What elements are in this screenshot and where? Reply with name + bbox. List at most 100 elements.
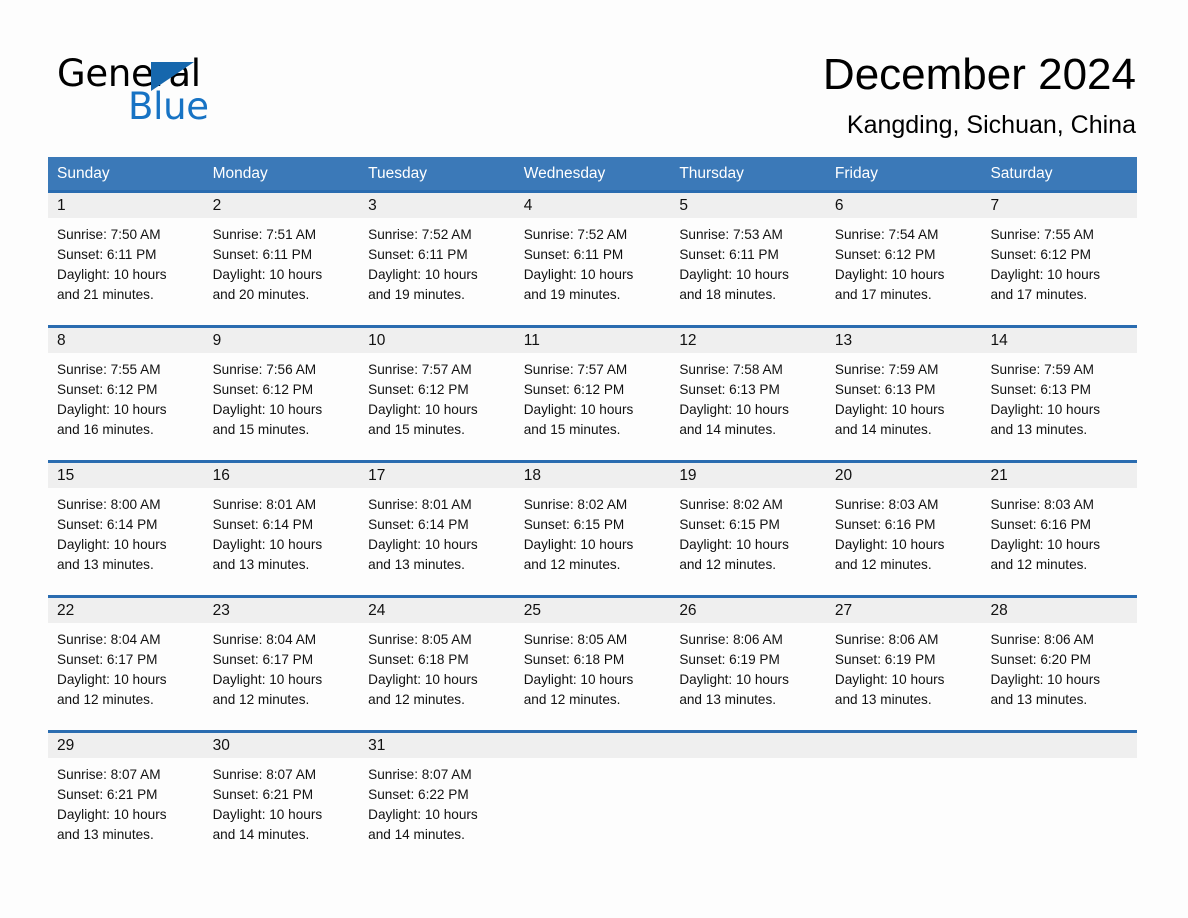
day-number: 18 (514, 463, 671, 488)
daylight-text-line2: and 13 minutes. (990, 692, 1088, 707)
sunrise-text: Sunrise: 8:07 AM (368, 767, 472, 782)
weekday-header-monday: Monday (212, 165, 268, 182)
day-cell[interactable]: 10 Sunrise: 7:57 AM Sunset: 6:12 PM Dayligh… (359, 328, 515, 460)
daylight-text-line1: Daylight: 10 hours (57, 807, 167, 822)
daylight-text-line1: Daylight: 10 hours (679, 267, 789, 282)
day-cell[interactable]: 28 Sunrise: 8:06 AM Sunset: 6:20 PM Dayligh… (981, 598, 1138, 730)
daylight-text-line1: Daylight: 10 hours (990, 672, 1101, 687)
day-details: Sunrise: 8:06 AM Sunset: 6:20 PM Daylight:… (981, 623, 1137, 710)
daylight-text-line2: and 13 minutes. (834, 692, 932, 707)
day-cell[interactable]: 17 Sunrise: 8:01 AM Sunset: 6:14 PM Dayligh… (359, 463, 515, 595)
page-header: General Blue December 2024 Kangding, Sic… (0, 0, 1188, 150)
day-cell[interactable]: 27 Sunrise: 8:06 AM Sunset: 6:19 PM Dayligh… (825, 598, 982, 730)
daylight-text-line1: Daylight: 10 hours (834, 537, 945, 552)
day-cell[interactable]: 20 Sunrise: 8:03 AM Sunset: 6:16 PM Dayligh… (825, 463, 982, 595)
sunset-text: Sunset: 6:22 PM (368, 787, 469, 802)
day-cell[interactable]: 15 Sunrise: 8:00 AM Sunset: 6:14 PM Dayligh… (48, 463, 204, 595)
sunrise-text: Sunrise: 7:57 AM (368, 362, 472, 377)
day-cell[interactable]: 22 Sunrise: 8:04 AM Sunset: 6:17 PM Dayligh… (48, 598, 204, 730)
daylight-text-line2: and 17 minutes. (834, 287, 932, 302)
day-cell[interactable]: 29 Sunrise: 8:07 AM Sunset: 6:21 PM Dayligh… (48, 733, 204, 865)
day-cell[interactable]: 18 Sunrise: 8:02 AM Sunset: 6:15 PM Dayligh… (514, 463, 671, 595)
day-cell[interactable]: 21 Sunrise: 8:03 AM Sunset: 6:16 PM Dayligh… (981, 463, 1138, 595)
daylight-text-line1: Daylight: 10 hours (523, 267, 634, 282)
daylight-text-line2: and 14 minutes. (679, 422, 777, 437)
day-cell[interactable]: 8 Sunrise: 7:55 AM Sunset: 6:12 PM Daylight… (48, 328, 204, 460)
day-cell[interactable]: 25 Sunrise: 8:05 AM Sunset: 6:18 PM Dayligh… (514, 598, 671, 730)
daylight-text-line2: and 16 minutes. (57, 422, 154, 437)
daylight-text-line1: Daylight: 10 hours (990, 267, 1101, 282)
day-cell[interactable]: 11 Sunrise: 7:57 AM Sunset: 6:12 PM Dayligh… (514, 328, 671, 460)
day-cell[interactable]: 14 Sunrise: 7:59 AM Sunset: 6:13 PM Dayligh… (981, 328, 1138, 460)
sunrise-text: Sunrise: 7:55 AM (57, 362, 161, 377)
day-details: Sunrise: 7:56 AM Sunset: 6:12 PM Daylight:… (204, 353, 360, 440)
day-details: Sunrise: 8:07 AM Sunset: 6:21 PM Daylight:… (48, 758, 204, 845)
day-details: Sunrise: 7:57 AM Sunset: 6:12 PM Daylight:… (359, 353, 515, 440)
daylight-text-line2: and 13 minutes. (212, 557, 310, 572)
sunrise-text: Sunrise: 7:57 AM (523, 362, 628, 377)
day-cell[interactable]: 13 Sunrise: 7:59 AM Sunset: 6:13 PM Dayligh… (825, 328, 982, 460)
day-cell[interactable]: 19 Sunrise: 8:02 AM Sunset: 6:15 PM Dayligh… (670, 463, 826, 595)
sunset-text: Sunset: 6:11 PM (679, 247, 779, 262)
daylight-text-line2: and 13 minutes. (57, 557, 154, 572)
day-cell[interactable]: 5 Sunrise: 7:53 AM Sunset: 6:11 PM Daylight… (670, 193, 826, 325)
daylight-text-line2: and 15 minutes. (523, 422, 621, 437)
day-details: Sunrise: 8:04 AM Sunset: 6:17 PM Daylight:… (204, 623, 360, 710)
day-cell[interactable]: 24 Sunrise: 8:05 AM Sunset: 6:18 PM Dayligh… (359, 598, 515, 730)
day-cell-empty (825, 733, 982, 865)
daylight-text-line2: and 12 minutes. (57, 692, 154, 707)
day-details: Sunrise: 7:58 AM Sunset: 6:13 PM Daylight:… (670, 353, 826, 440)
daylight-text-line1: Daylight: 10 hours (990, 402, 1101, 417)
day-cell[interactable]: 23 Sunrise: 8:04 AM Sunset: 6:17 PM Dayligh… (203, 598, 360, 730)
sunrise-text: Sunrise: 7:55 AM (990, 227, 1094, 242)
day-cell-empty (670, 733, 826, 865)
day-number: 24 (359, 598, 515, 623)
sunset-text: Sunset: 6:11 PM (57, 247, 157, 262)
day-cell[interactable]: 4 Sunrise: 7:52 AM Sunset: 6:11 PM Daylight… (514, 193, 671, 325)
sunrise-text: Sunrise: 7:54 AM (834, 227, 939, 242)
sunset-text: Sunset: 6:12 PM (57, 382, 158, 397)
generalblue-logo[interactable]: General Blue (57, 53, 317, 129)
day-details: Sunrise: 8:01 AM Sunset: 6:14 PM Daylight:… (359, 488, 515, 575)
day-cell[interactable]: 26 Sunrise: 8:06 AM Sunset: 6:19 PM Dayligh… (670, 598, 826, 730)
day-cell[interactable]: 9 Sunrise: 7:56 AM Sunset: 6:12 PM Daylight… (203, 328, 360, 460)
day-number: 19 (670, 463, 826, 488)
sunset-text: Sunset: 6:20 PM (990, 652, 1091, 667)
day-number: 31 (359, 733, 515, 758)
day-cell[interactable]: 2 Sunrise: 7:51 AM Sunset: 6:11 PM Daylight… (203, 193, 360, 325)
daylight-text-line2: and 12 minutes. (990, 557, 1088, 572)
daylight-text-line1: Daylight: 10 hours (679, 402, 789, 417)
day-cell[interactable]: 31 Sunrise: 8:07 AM Sunset: 6:22 PM Dayligh… (359, 733, 515, 865)
weekday-header-friday: Friday (834, 165, 878, 182)
daylight-text-line1: Daylight: 10 hours (834, 267, 945, 282)
day-number: 6 (825, 193, 982, 218)
daylight-text-line2: and 15 minutes. (368, 422, 465, 437)
day-cell[interactable]: 7 Sunrise: 7:55 AM Sunset: 6:12 PM Daylight… (981, 193, 1138, 325)
daylight-text-line1: Daylight: 10 hours (212, 267, 323, 282)
daylight-text-line2: and 14 minutes. (212, 827, 310, 842)
day-cell[interactable]: 1 Sunrise: 7:50 AM Sunset: 6:11 PM Daylight… (48, 193, 204, 325)
day-details: Sunrise: 7:52 AM Sunset: 6:11 PM Daylight:… (359, 218, 515, 305)
daylight-text-line2: and 12 minutes. (212, 692, 310, 707)
weekday-header-tuesday: Tuesday (368, 165, 428, 182)
day-number: 28 (981, 598, 1138, 623)
day-cell[interactable]: 6 Sunrise: 7:54 AM Sunset: 6:12 PM Daylight… (825, 193, 982, 325)
day-cell[interactable]: 16 Sunrise: 8:01 AM Sunset: 6:14 PM Dayligh… (203, 463, 360, 595)
weekday-header-saturday: Saturday (990, 165, 1053, 182)
day-cell[interactable]: 30 Sunrise: 8:07 AM Sunset: 6:21 PM Dayligh… (203, 733, 360, 865)
sunrise-text: Sunrise: 7:51 AM (212, 227, 317, 242)
weekday-header-row: Sunday Monday Tuesday Wednesday Thursday… (48, 157, 1137, 190)
logo-text-blue: Blue (128, 85, 209, 128)
daylight-text-line1: Daylight: 10 hours (523, 402, 634, 417)
day-number: 14 (981, 328, 1138, 353)
day-cell-empty (514, 733, 671, 865)
day-number (825, 733, 982, 758)
sunrise-text: Sunrise: 7:59 AM (990, 362, 1094, 377)
day-cell[interactable]: 12 Sunrise: 7:58 AM Sunset: 6:13 PM Dayligh… (670, 328, 826, 460)
day-cell[interactable]: 3 Sunrise: 7:52 AM Sunset: 6:11 PM Daylight… (359, 193, 515, 325)
sunset-text: Sunset: 6:18 PM (368, 652, 469, 667)
sunrise-text: Sunrise: 8:07 AM (57, 767, 161, 782)
sunset-text: Sunset: 6:14 PM (368, 517, 469, 532)
sunset-text: Sunset: 6:15 PM (679, 517, 780, 532)
day-number: 2 (203, 193, 360, 218)
